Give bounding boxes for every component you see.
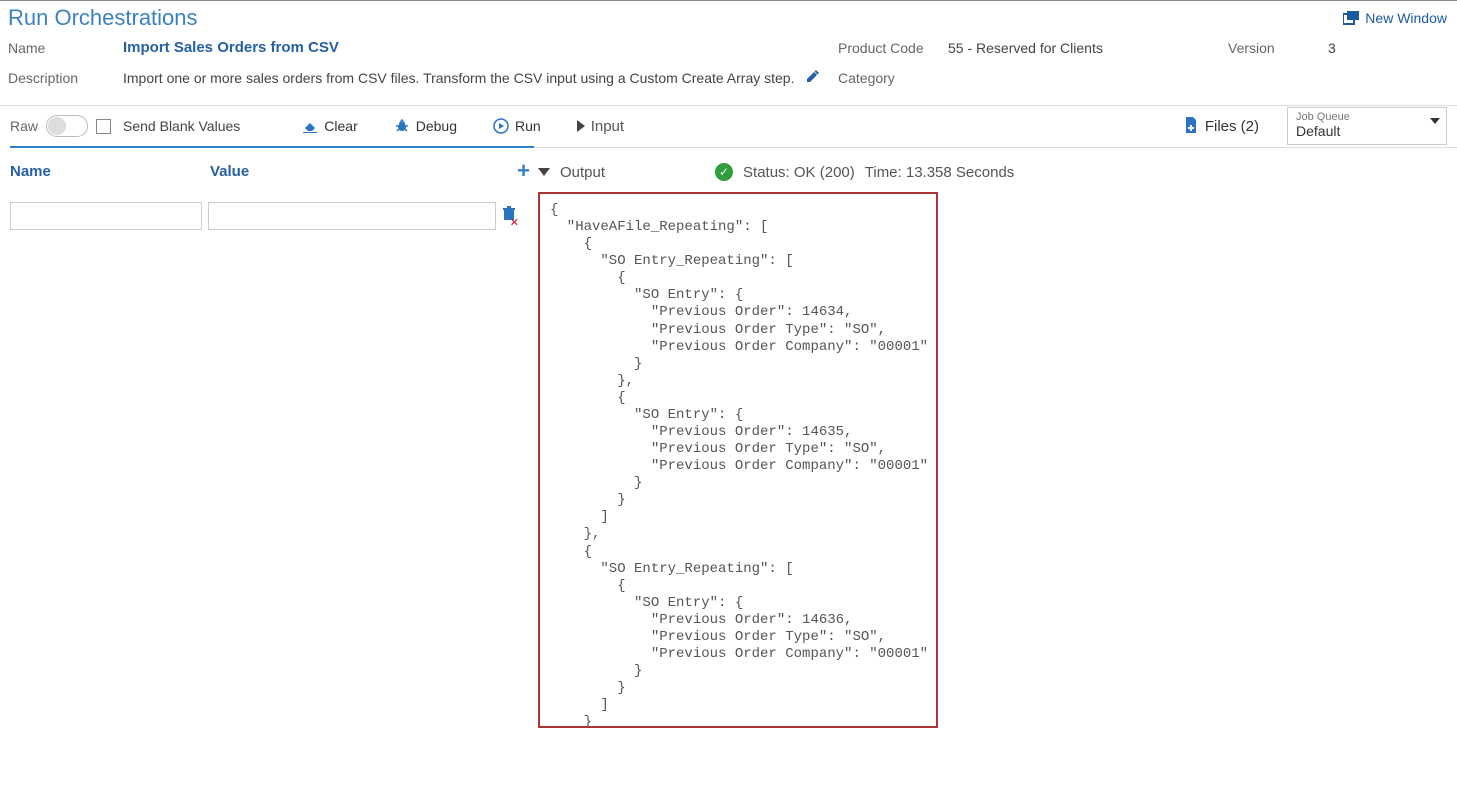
bug-icon	[394, 118, 410, 134]
job-queue-select[interactable]: Job Queue Default	[1287, 107, 1447, 145]
files-button[interactable]: Files (2)	[1183, 117, 1259, 135]
job-queue-value: Default	[1296, 123, 1438, 139]
new-window-icon	[1343, 11, 1359, 25]
input-label: Input	[591, 118, 624, 135]
name-label: Name	[8, 40, 123, 56]
clear-icon	[302, 118, 318, 134]
run-button[interactable]: Run	[479, 118, 555, 134]
version-label: Version	[1228, 40, 1328, 56]
status-text: Status: OK (200)	[743, 164, 855, 181]
version-value: 3	[1328, 40, 1408, 56]
param-row: ✕	[10, 202, 530, 230]
product-code-value: 55 - Reserved for Clients	[948, 40, 1228, 56]
send-blank-checkbox[interactable]	[96, 119, 111, 134]
param-value-input[interactable]	[208, 202, 496, 230]
new-window-button[interactable]: New Window	[1343, 10, 1447, 26]
raw-toggle[interactable]	[46, 115, 88, 137]
delete-row-button[interactable]: ✕	[502, 206, 516, 227]
send-blank-label: Send Blank Values	[123, 118, 240, 134]
page-title: Run Orchestrations	[8, 5, 198, 31]
name-value: Import Sales Orders from CSV	[123, 39, 838, 56]
description-label: Description	[8, 70, 123, 86]
file-icon	[1183, 117, 1199, 135]
files-label: Files (2)	[1205, 118, 1259, 135]
active-tab-underline	[10, 146, 534, 148]
param-name-input[interactable]	[10, 202, 202, 230]
status-ok-icon: ✓	[715, 163, 733, 181]
output-json[interactable]: { "HaveAFile_Repeating": [ { "SO Entry_R…	[538, 192, 938, 728]
chevron-right-icon	[577, 120, 585, 132]
output-label: Output	[560, 164, 605, 181]
col-name-header: Name	[10, 163, 210, 180]
job-queue-label: Job Queue	[1296, 111, 1438, 123]
description-value: Import one or more sales orders from CSV…	[123, 70, 795, 86]
clear-button[interactable]: Clear	[288, 118, 371, 134]
run-label: Run	[515, 118, 541, 134]
tab-underline	[534, 146, 1457, 148]
product-code-label: Product Code	[838, 40, 948, 56]
category-label: Category	[838, 70, 948, 86]
edit-description-button[interactable]	[805, 68, 821, 87]
add-row-button[interactable]: +	[517, 158, 530, 184]
raw-label: Raw	[10, 118, 38, 134]
play-icon	[493, 118, 509, 134]
chevron-down-icon[interactable]	[538, 168, 550, 176]
time-text: Time: 13.358 Seconds	[865, 164, 1015, 181]
col-value-header: Value	[210, 163, 470, 180]
plus-icon: +	[517, 158, 530, 183]
new-window-label: New Window	[1365, 10, 1447, 26]
input-section-toggle[interactable]: Input	[577, 118, 624, 135]
debug-button[interactable]: Debug	[380, 118, 471, 134]
clear-label: Clear	[324, 118, 357, 134]
debug-label: Debug	[416, 118, 457, 134]
x-icon: ✕	[510, 216, 519, 229]
pencil-icon	[805, 68, 821, 84]
chevron-down-icon	[1430, 118, 1440, 124]
